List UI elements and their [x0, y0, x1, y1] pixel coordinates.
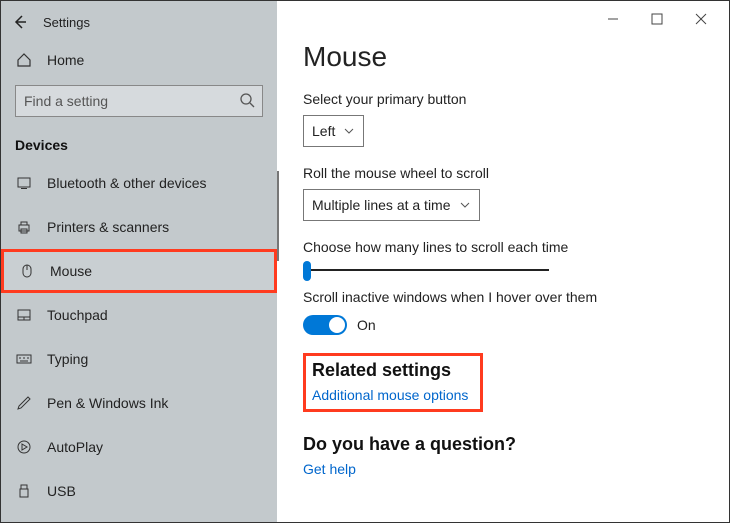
keyboard-icon: [15, 350, 33, 368]
sidebar-item-label: Typing: [47, 351, 88, 367]
sidebar-item-label: Mouse: [50, 263, 92, 279]
sidebar: Settings Home Devices Bluetooth & other …: [1, 1, 277, 522]
autoplay-icon: [15, 438, 33, 456]
sidebar-item-autoplay[interactable]: AutoPlay: [1, 425, 277, 469]
titlebar-left: Settings: [1, 7, 277, 37]
lines-label: Choose how many lines to scroll each tim…: [303, 239, 729, 255]
touchpad-icon: [15, 306, 33, 324]
sidebar-item-mouse[interactable]: Mouse: [1, 249, 277, 293]
scroll-wheel-dropdown[interactable]: Multiple lines at a time: [303, 189, 480, 221]
get-help-link[interactable]: Get help: [303, 461, 729, 477]
sidebar-item-typing[interactable]: Typing: [1, 337, 277, 381]
search-box: [15, 85, 263, 117]
pen-icon: [15, 394, 33, 412]
sidebar-item-label: USB: [47, 483, 76, 499]
usb-icon: [15, 482, 33, 500]
sidebar-item-label: Touchpad: [47, 307, 108, 323]
minimize-button[interactable]: [591, 5, 635, 33]
chevron-down-icon: [343, 125, 355, 137]
devices-icon: [15, 174, 33, 192]
sidebar-item-label: Pen & Windows Ink: [47, 395, 168, 411]
home-label: Home: [47, 52, 84, 68]
primary-button-dropdown[interactable]: Left: [303, 115, 364, 147]
sidebar-item-label: Printers & scanners: [47, 219, 169, 235]
scroll-wheel-label: Roll the mouse wheel to scroll: [303, 165, 729, 181]
home-nav[interactable]: Home: [1, 37, 277, 83]
related-heading: Related settings: [312, 360, 468, 381]
window-controls: [591, 5, 723, 33]
related-settings-block: Related settings Additional mouse option…: [303, 353, 483, 412]
sidebar-item-printers[interactable]: Printers & scanners: [1, 205, 277, 249]
primary-button-label: Select your primary button: [303, 91, 729, 107]
slider-thumb[interactable]: [303, 261, 311, 281]
chevron-down-icon: [459, 199, 471, 211]
home-icon: [15, 51, 33, 69]
printer-icon: [15, 218, 33, 236]
primary-button-value: Left: [312, 123, 335, 139]
additional-mouse-options-link[interactable]: Additional mouse options: [312, 387, 468, 403]
sidebar-item-label: AutoPlay: [47, 439, 103, 455]
maximize-button[interactable]: [635, 5, 679, 33]
inactive-label: Scroll inactive windows when I hover ove…: [303, 289, 729, 305]
inactive-toggle[interactable]: [303, 315, 347, 335]
scroll-wheel-value: Multiple lines at a time: [312, 197, 451, 213]
lines-slider[interactable]: [303, 269, 549, 271]
close-button[interactable]: [679, 5, 723, 33]
search-icon: [239, 92, 255, 108]
sidebar-item-pen[interactable]: Pen & Windows Ink: [1, 381, 277, 425]
mouse-icon: [18, 262, 36, 280]
sidebar-item-label: Bluetooth & other devices: [47, 175, 207, 191]
main-content: Mouse Select your primary button Left Ro…: [277, 1, 729, 522]
sidebar-item-touchpad[interactable]: Touchpad: [1, 293, 277, 337]
category-heading: Devices: [1, 127, 277, 161]
question-heading: Do you have a question?: [303, 434, 729, 455]
search-input[interactable]: [15, 85, 263, 117]
app-title: Settings: [43, 15, 90, 30]
sidebar-item-bluetooth[interactable]: Bluetooth & other devices: [1, 161, 277, 205]
toggle-knob: [329, 317, 345, 333]
toggle-state: On: [357, 317, 376, 333]
back-button[interactable]: [11, 13, 29, 31]
sidebar-item-usb[interactable]: USB: [1, 469, 277, 513]
scrollbar-indicator[interactable]: [277, 171, 279, 261]
